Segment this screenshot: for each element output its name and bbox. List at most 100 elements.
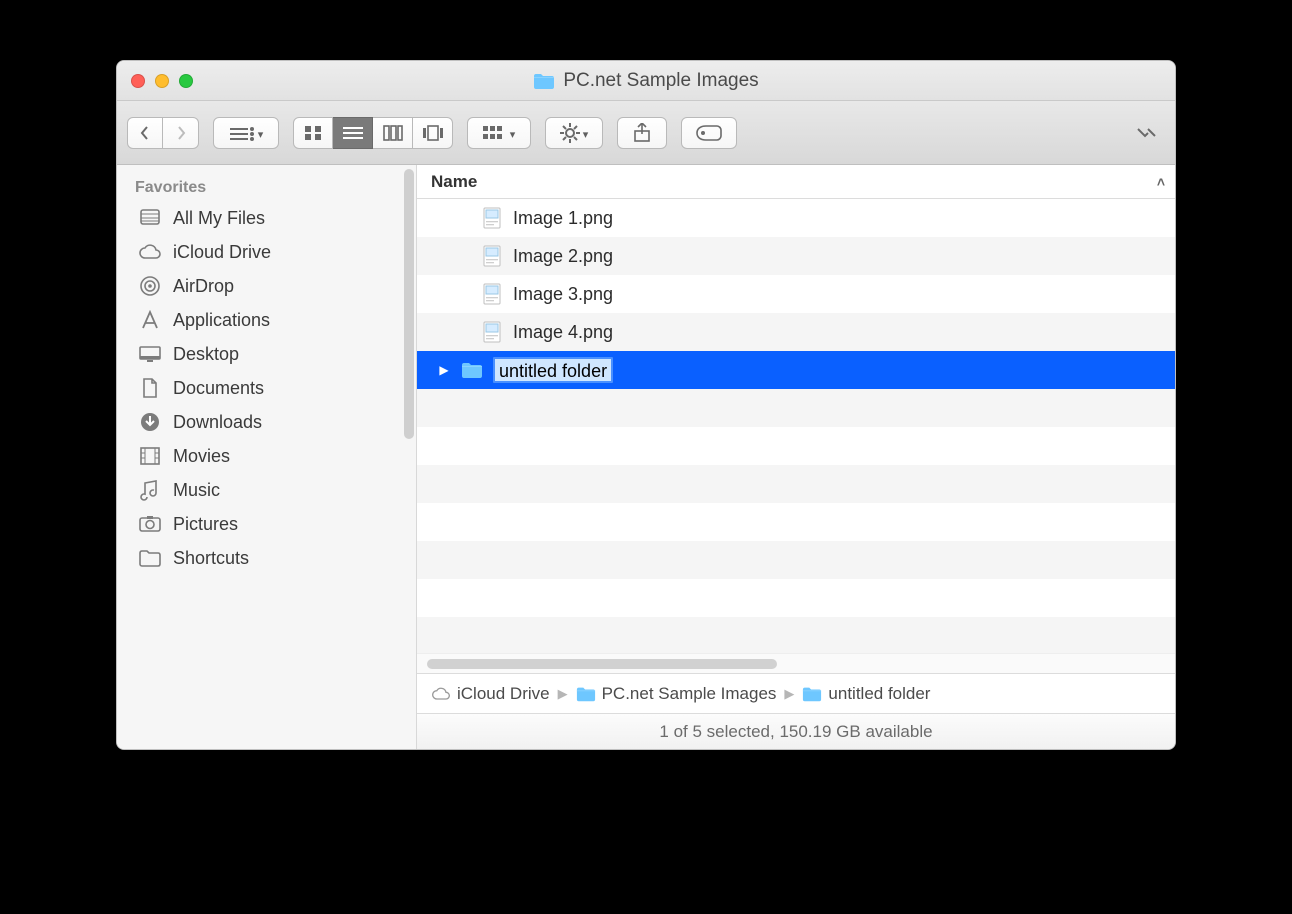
path-segment-label: untitled folder: [828, 684, 930, 704]
documents-icon: [137, 377, 163, 399]
folder-icon: [802, 685, 822, 703]
column-header-name[interactable]: Name ˄: [417, 165, 1175, 199]
file-name-label: Image 3.png: [513, 284, 613, 305]
sidebar-item-label: Documents: [173, 378, 264, 399]
all-my-files-icon: [137, 207, 163, 229]
view-mode-group: [293, 117, 453, 149]
path-segment-label: PC.net Sample Images: [602, 684, 777, 704]
path-segment[interactable]: iCloud Drive: [431, 684, 550, 704]
status-bar: 1 of 5 selected, 150.19 GB available: [417, 713, 1175, 749]
folder-icon: [576, 685, 596, 703]
forward-button[interactable]: [163, 117, 199, 149]
sidebar-item-label: Pictures: [173, 514, 238, 535]
finder-window: PC.net Sample Images: [116, 60, 1176, 750]
toolbar-overflow-button[interactable]: [1135, 126, 1165, 140]
sidebar-item-music[interactable]: Music: [117, 473, 416, 507]
path-segment[interactable]: PC.net Sample Images: [576, 684, 777, 704]
sidebar-item-all-my-files[interactable]: All My Files: [117, 201, 416, 235]
icloud-icon: [431, 685, 451, 703]
horizontal-scrollbar-track[interactable]: [417, 653, 1175, 673]
window-controls: [117, 74, 193, 88]
path-separator-icon: ▶: [784, 686, 794, 702]
main-pane: Name ˄ Image 1.png Image 2.png Image 3.png…: [417, 165, 1175, 749]
window-title-text: PC.net Sample Images: [563, 70, 758, 92]
music-icon: [137, 479, 163, 501]
view-coverflow-button[interactable]: [413, 117, 453, 149]
sidebar-item-label: Desktop: [173, 344, 239, 365]
arrange-button[interactable]: [467, 117, 531, 149]
sidebar-item-pictures[interactable]: Pictures: [117, 507, 416, 541]
path-segment[interactable]: untitled folder: [802, 684, 930, 704]
file-png-icon: [481, 321, 503, 343]
sidebar-item-documents[interactable]: Documents: [117, 371, 416, 405]
movies-icon: [137, 445, 163, 467]
sidebar-scrollbar[interactable]: [404, 169, 414, 439]
sidebar-item-icloud[interactable]: iCloud Drive: [117, 235, 416, 269]
sidebar-item-desktop[interactable]: Desktop: [117, 337, 416, 371]
icloud-icon: [137, 241, 163, 263]
tags-button[interactable]: [681, 117, 737, 149]
file-png-icon: [481, 207, 503, 229]
folder-row[interactable]: ▶ untitled folder: [417, 351, 1175, 389]
empty-row: [417, 427, 1175, 465]
file-name-label: Image 1.png: [513, 208, 613, 229]
fullscreen-window-button[interactable]: [179, 74, 193, 88]
downloads-icon: [137, 411, 163, 433]
sidebar-item-label: Music: [173, 480, 220, 501]
folder-icon: [533, 72, 555, 90]
sidebar-item-label: AirDrop: [173, 276, 234, 297]
empty-row: [417, 389, 1175, 427]
window-title: PC.net Sample Images: [117, 70, 1175, 92]
file-row[interactable]: Image 1.png: [417, 199, 1175, 237]
file-row[interactable]: Image 2.png: [417, 237, 1175, 275]
share-button[interactable]: [617, 117, 667, 149]
desktop-icon: [137, 343, 163, 365]
minimize-window-button[interactable]: [155, 74, 169, 88]
path-segment-label: iCloud Drive: [457, 684, 550, 704]
file-list[interactable]: Image 1.png Image 2.png Image 3.png Image 4…: [417, 199, 1175, 653]
sort-indicator-icon: ˄: [1157, 174, 1165, 190]
nav-back-forward: [127, 117, 199, 149]
empty-row: [417, 541, 1175, 579]
sidebar-item-label: Downloads: [173, 412, 262, 433]
close-window-button[interactable]: [131, 74, 145, 88]
sidebar-item-folder[interactable]: Shortcuts: [117, 541, 416, 575]
folder-icon: [137, 547, 163, 569]
toolbar: [117, 101, 1175, 165]
sidebar-item-movies[interactable]: Movies: [117, 439, 416, 473]
airdrop-icon: [137, 275, 163, 297]
folder-icon: [461, 359, 483, 381]
sidebar-item-airdrop[interactable]: AirDrop: [117, 269, 416, 303]
pictures-icon: [137, 513, 163, 535]
file-png-icon: [481, 283, 503, 305]
sidebar-item-label: Applications: [173, 310, 270, 331]
file-row[interactable]: Image 3.png: [417, 275, 1175, 313]
horizontal-scrollbar-thumb[interactable]: [427, 659, 777, 669]
sidebar-item-label: Shortcuts: [173, 548, 249, 569]
sidebar-toggle-button[interactable]: [213, 117, 279, 149]
sidebar-section-header: Favorites: [117, 171, 416, 201]
sidebar-item-applications[interactable]: Applications: [117, 303, 416, 337]
empty-row: [417, 579, 1175, 617]
view-list-button[interactable]: [333, 117, 373, 149]
sidebar-item-downloads[interactable]: Downloads: [117, 405, 416, 439]
empty-row: [417, 465, 1175, 503]
path-separator-icon: ▶: [558, 686, 568, 702]
back-button[interactable]: [127, 117, 163, 149]
view-column-button[interactable]: [373, 117, 413, 149]
file-name-label: Image 4.png: [513, 322, 613, 343]
sidebar-item-label: iCloud Drive: [173, 242, 271, 263]
status-text: 1 of 5 selected, 150.19 GB available: [659, 722, 932, 742]
path-bar: iCloud Drive ▶ PC.net Sample Images ▶ untitl…: [417, 673, 1175, 713]
sidebar-item-label: All My Files: [173, 208, 265, 229]
applications-icon: [137, 309, 163, 331]
view-icon-button[interactable]: [293, 117, 333, 149]
action-button[interactable]: [545, 117, 603, 149]
sidebar[interactable]: Favorites All My Files iCloud Drive AirDro…: [117, 165, 417, 749]
rename-input[interactable]: untitled folder: [493, 357, 613, 383]
empty-row: [417, 617, 1175, 653]
titlebar[interactable]: PC.net Sample Images: [117, 61, 1175, 101]
file-row[interactable]: Image 4.png: [417, 313, 1175, 351]
disclosure-triangle-icon[interactable]: ▶: [437, 363, 451, 377]
empty-row: [417, 503, 1175, 541]
